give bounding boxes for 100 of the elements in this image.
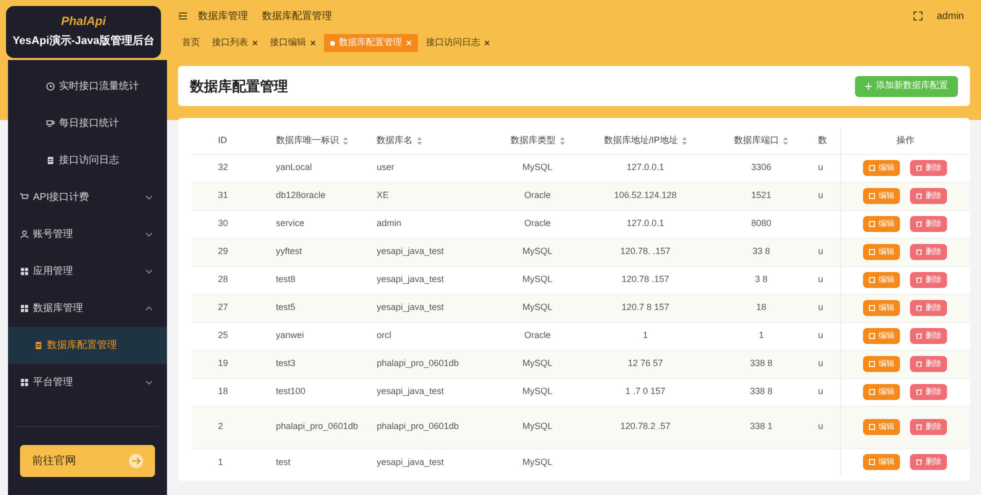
table-cell: yesapi_java_test (376, 456, 444, 466)
edit-icon (869, 459, 876, 466)
delete-button[interactable]: 删除 (910, 272, 948, 288)
delete-button[interactable]: 删除 (910, 160, 948, 176)
sort-icon[interactable] (783, 136, 788, 145)
add-button[interactable]: 添加新数据库配置 (855, 76, 958, 96)
table-cell: 3 8 (754, 274, 768, 284)
table-cell: u (818, 162, 824, 172)
table-cell: orcl (376, 330, 392, 340)
tab[interactable]: 接口访问日志 (422, 34, 494, 52)
edit-button[interactable]: 编辑 (863, 272, 900, 288)
edit-icon (869, 361, 876, 367)
tab[interactable]: 数据库配置管理 (324, 34, 418, 52)
edit-button[interactable]: 编辑 (863, 454, 900, 470)
trash-icon (916, 424, 922, 430)
column-header[interactable]: 数据库名 (370, 128, 489, 154)
delete-button[interactable]: 删除 (910, 216, 948, 232)
edit-button[interactable]: 编辑 (863, 160, 900, 176)
user-name[interactable]: admin (936, 8, 964, 24)
table-cell: u (818, 190, 824, 200)
edit-icon (869, 305, 876, 311)
column-header[interactable]: 数据库端口 (704, 128, 818, 154)
table-cell: 120.78.2 .57 (620, 421, 670, 432)
table-cell: 18 (756, 302, 766, 312)
edit-button[interactable]: 编辑 (863, 300, 900, 316)
table-cell: Oracle (524, 190, 551, 200)
table-cell: 28 (218, 274, 228, 284)
table-cell: u (818, 386, 824, 396)
table-cell: MySQL (522, 246, 553, 256)
table-cell: 33 8 (752, 246, 770, 256)
grid-icon (20, 304, 29, 313)
edit-button[interactable]: 编辑 (863, 419, 900, 435)
column-header[interactable]: 数据库唯一标识 (270, 128, 371, 154)
delete-button[interactable]: 删除 (910, 244, 948, 260)
table-cell: 1 (218, 456, 224, 466)
table-cell: MySQL (522, 386, 553, 396)
document-icon (34, 341, 43, 350)
delete-button[interactable]: 删除 (910, 328, 948, 344)
table-cell: test3 (276, 358, 296, 368)
tab[interactable]: 首页 (178, 34, 204, 52)
tab[interactable]: 接口列表 (208, 34, 262, 52)
table-cell: 1 (758, 330, 764, 340)
sidebar-item[interactable]: 接口访问日志 (8, 142, 167, 179)
sidebar-item[interactable]: 实时接口流量统计 (8, 68, 167, 105)
user-icon (20, 230, 29, 239)
edit-button[interactable]: 编辑 (863, 244, 900, 260)
edit-icon (869, 277, 876, 283)
edit-button[interactable]: 编辑 (863, 216, 900, 232)
delete-button[interactable]: 删除 (910, 356, 948, 372)
table-cell: MySQL (522, 456, 553, 466)
sidebar-item[interactable]: API接口计费 (8, 179, 167, 216)
table-cell: yanwei (276, 330, 304, 340)
close-icon[interactable] (310, 40, 316, 46)
table-cell: 338 8 (750, 358, 772, 368)
logo: PhalApi (61, 14, 106, 30)
website-button[interactable]: 前往官网 (20, 445, 155, 477)
delete-button[interactable]: 删除 (910, 188, 948, 204)
edit-button[interactable]: 编辑 (863, 384, 900, 400)
sidebar-item[interactable]: 平台管理 (8, 364, 167, 401)
close-icon[interactable] (484, 40, 490, 46)
sidebar-item[interactable]: 账号管理 (8, 216, 167, 253)
table-cell: 3306 (751, 162, 772, 172)
sort-icon[interactable] (342, 136, 348, 145)
tab[interactable]: 接口编辑 (266, 34, 320, 52)
menu-icon[interactable] (178, 11, 188, 21)
table-cell: u (818, 274, 824, 284)
trash-icon (916, 277, 922, 283)
sort-icon[interactable] (416, 136, 422, 145)
sidebar-item[interactable]: 数据库配置管理 (8, 327, 167, 364)
close-icon[interactable] (252, 40, 258, 46)
sidebar-item[interactable]: 应用管理 (8, 253, 167, 290)
table-cell: test100 (276, 386, 306, 396)
table-cell: MySQL (522, 162, 553, 172)
sidebar-item[interactable]: 数据库管理 (8, 290, 167, 327)
table-cell: phalapi_pro_0601db (276, 421, 358, 432)
sort-icon[interactable] (560, 136, 565, 145)
breadcrumb-item[interactable]: 数据库配置管理 (262, 8, 332, 24)
trash-icon (916, 221, 922, 227)
table-cell: 1 .7 0 157 (625, 386, 666, 396)
column-header[interactable]: 数据库地址/IP地址 (586, 128, 704, 154)
delete-button[interactable]: 删除 (910, 454, 948, 470)
table-cell: 106.52.124.128 (614, 190, 677, 200)
column-header[interactable]: 数据库类型 (488, 128, 586, 154)
fullscreen-icon[interactable] (912, 11, 923, 21)
table-cell: service (276, 218, 304, 228)
clock-icon (46, 82, 55, 91)
edit-button[interactable]: 编辑 (863, 356, 900, 372)
table-cell: yesapi_java_test (376, 246, 444, 256)
table-cell: test5 (276, 302, 296, 312)
edit-button[interactable]: 编辑 (863, 188, 900, 204)
delete-button[interactable]: 删除 (910, 300, 948, 316)
document-icon (46, 156, 55, 165)
sort-icon[interactable] (682, 136, 687, 145)
table-cell: u (818, 302, 824, 312)
table-cell: 1521 (751, 190, 772, 200)
delete-button[interactable]: 删除 (910, 384, 948, 400)
sidebar-item[interactable]: 每日接口统计 (8, 105, 167, 142)
edit-button[interactable]: 编辑 (863, 328, 900, 344)
breadcrumb-item[interactable]: 数据库管理 (198, 8, 248, 24)
delete-button[interactable]: 删除 (910, 419, 948, 435)
